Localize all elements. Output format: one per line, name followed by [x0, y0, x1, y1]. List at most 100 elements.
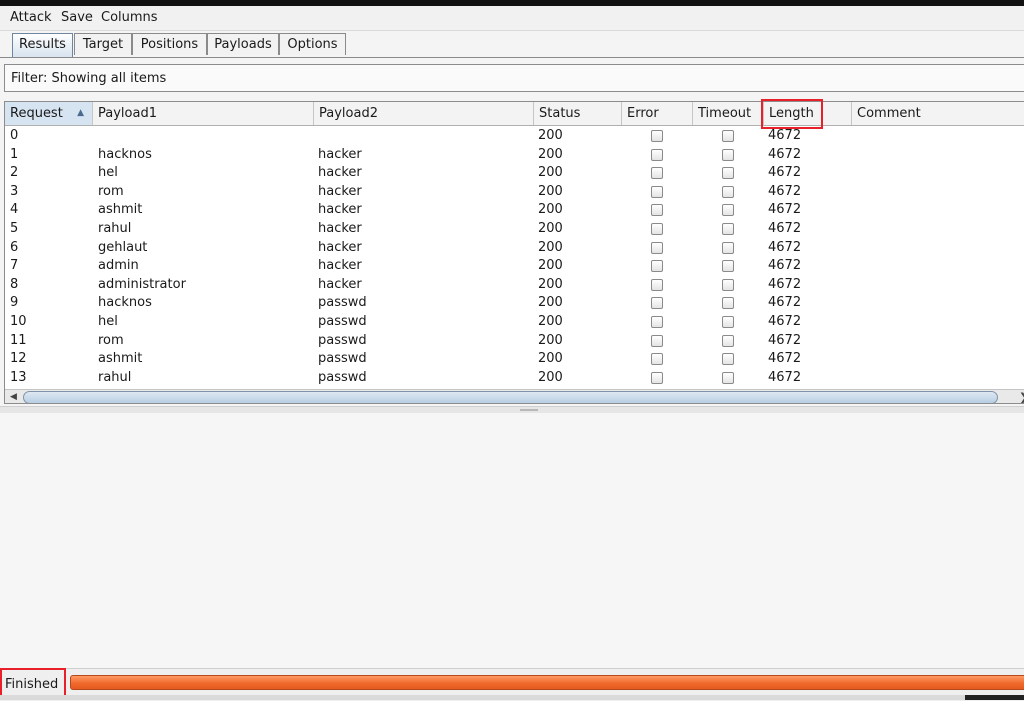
filter-bar[interactable]: Filter: Showing all items: [4, 64, 1024, 92]
error-checkbox[interactable]: [651, 334, 663, 347]
cell-request: 3: [10, 183, 19, 199]
column-header-timeout[interactable]: Timeout: [693, 102, 764, 125]
column-header-request-label: Request: [10, 106, 63, 121]
timeout-checkbox[interactable]: [722, 371, 734, 384]
table-row[interactable]: 4 ashmit hacker 200 4672: [5, 201, 1024, 220]
cell-payload1: hel: [98, 314, 118, 329]
cell-payload1: rom: [98, 183, 124, 199]
cell-request: 9: [10, 295, 19, 311]
scrollbar-thumb[interactable]: [23, 391, 998, 403]
error-checkbox[interactable]: [651, 353, 663, 366]
cell-status: 200: [538, 221, 563, 236]
cell-request: 4: [10, 202, 19, 218]
timeout-checkbox[interactable]: [722, 167, 734, 180]
error-checkbox[interactable]: [651, 148, 663, 161]
cell-payload2: hacker: [318, 239, 362, 255]
cell-payload2: hacker: [318, 221, 362, 236]
cell-status: 200: [538, 314, 563, 329]
error-checkbox[interactable]: [651, 167, 663, 180]
taskbar-dark-block: [965, 695, 1024, 700]
cell-status: 200: [538, 146, 563, 162]
error-checkbox[interactable]: [651, 278, 663, 291]
horizontal-scrollbar[interactable]: ◀ ❯: [5, 389, 1024, 403]
error-checkbox[interactable]: [651, 185, 663, 198]
scroll-right-arrow-icon[interactable]: ❯: [1019, 391, 1024, 403]
error-checkbox[interactable]: [651, 130, 663, 142]
cell-status: 200: [538, 165, 563, 181]
cell-payload1: administrator: [98, 276, 186, 292]
cell-payload1: hacknos: [98, 295, 152, 311]
cell-request: 8: [10, 276, 19, 292]
error-checkbox[interactable]: [651, 260, 663, 273]
cell-payload1: ashmit: [98, 351, 143, 367]
timeout-checkbox[interactable]: [722, 297, 734, 310]
timeout-checkbox[interactable]: [722, 316, 734, 328]
cell-request: 7: [10, 258, 19, 274]
column-header-payload2[interactable]: Payload2: [314, 102, 534, 125]
timeout-checkbox[interactable]: [722, 353, 734, 366]
table-row[interactable]: 3 rom hacker 200 4672: [5, 183, 1024, 202]
cell-payload1: rahul: [98, 221, 132, 236]
timeout-checkbox[interactable]: [722, 130, 734, 142]
cell-request: 10: [10, 314, 27, 329]
cell-status: 200: [538, 276, 563, 292]
cell-length: 4672: [768, 128, 802, 143]
table-row[interactable]: 9 hacknos passwd 200 4672: [5, 294, 1024, 313]
cell-payload2: passwd: [318, 332, 367, 348]
column-header-status[interactable]: Status: [534, 102, 622, 125]
cell-payload2: hacker: [318, 258, 362, 274]
cell-status: 200: [538, 295, 563, 311]
timeout-checkbox[interactable]: [722, 148, 734, 161]
request-detail-pane: [0, 413, 1024, 675]
column-header-request[interactable]: Request ▲: [5, 102, 93, 125]
timeout-checkbox[interactable]: [722, 204, 734, 217]
tab-positions[interactable]: Positions: [132, 33, 207, 55]
cell-status: 200: [538, 351, 563, 367]
table-row[interactable]: 10 hel passwd 200 4672: [5, 313, 1024, 332]
timeout-checkbox[interactable]: [722, 223, 734, 235]
error-checkbox[interactable]: [651, 241, 663, 254]
error-checkbox[interactable]: [651, 204, 663, 217]
error-checkbox[interactable]: [651, 371, 663, 384]
table-row[interactable]: 7 admin hacker 200 4672: [5, 257, 1024, 276]
tab-payloads[interactable]: Payloads: [207, 33, 279, 55]
column-header-payload1[interactable]: Payload1: [93, 102, 314, 125]
menu-save[interactable]: Save: [61, 10, 93, 25]
table-row[interactable]: 11 rom passwd 200 4672: [5, 332, 1024, 351]
error-checkbox[interactable]: [651, 316, 663, 328]
cell-request: 0: [10, 128, 19, 143]
column-header-comment[interactable]: Comment: [852, 102, 1024, 125]
tab-options[interactable]: Options: [279, 33, 346, 55]
table-row[interactable]: 8 administrator hacker 200 4672: [5, 276, 1024, 295]
menu-columns[interactable]: Columns: [101, 10, 158, 25]
table-row[interactable]: 6 gehlaut hacker 200 4672: [5, 239, 1024, 258]
timeout-checkbox[interactable]: [722, 241, 734, 254]
cell-payload1: hel: [98, 165, 118, 181]
cell-length: 4672: [768, 146, 802, 162]
table-row[interactable]: 5 rahul hacker 200 4672: [5, 220, 1024, 239]
cell-length: 4672: [768, 369, 802, 385]
table-row[interactable]: 12 ashmit passwd 200 4672: [5, 350, 1024, 369]
error-checkbox[interactable]: [651, 297, 663, 310]
error-checkbox[interactable]: [651, 223, 663, 235]
cell-status: 200: [538, 202, 563, 218]
scroll-left-arrow-icon[interactable]: ◀: [10, 392, 17, 402]
timeout-checkbox[interactable]: [722, 260, 734, 273]
timeout-checkbox[interactable]: [722, 334, 734, 347]
column-header-error[interactable]: Error: [622, 102, 693, 125]
cell-payload1: gehlaut: [98, 239, 148, 255]
tab-target[interactable]: Target: [74, 33, 132, 55]
cell-length: 4672: [768, 314, 802, 329]
table-row[interactable]: 13 rahul passwd 200 4672: [5, 369, 1024, 388]
timeout-checkbox[interactable]: [722, 185, 734, 198]
timeout-checkbox[interactable]: [722, 278, 734, 291]
length-highlight-box: [761, 99, 823, 129]
finished-highlight-box: [0, 668, 66, 698]
table-row[interactable]: 0 200 4672: [5, 127, 1024, 146]
cell-request: 12: [10, 351, 27, 367]
table-row[interactable]: 2 hel hacker 200 4672: [5, 164, 1024, 183]
tab-results[interactable]: Results: [12, 33, 73, 57]
menu-attack[interactable]: Attack: [10, 10, 52, 25]
table-row[interactable]: 1 hacknos hacker 200 4672: [5, 146, 1024, 165]
cell-request: 1: [10, 146, 19, 162]
